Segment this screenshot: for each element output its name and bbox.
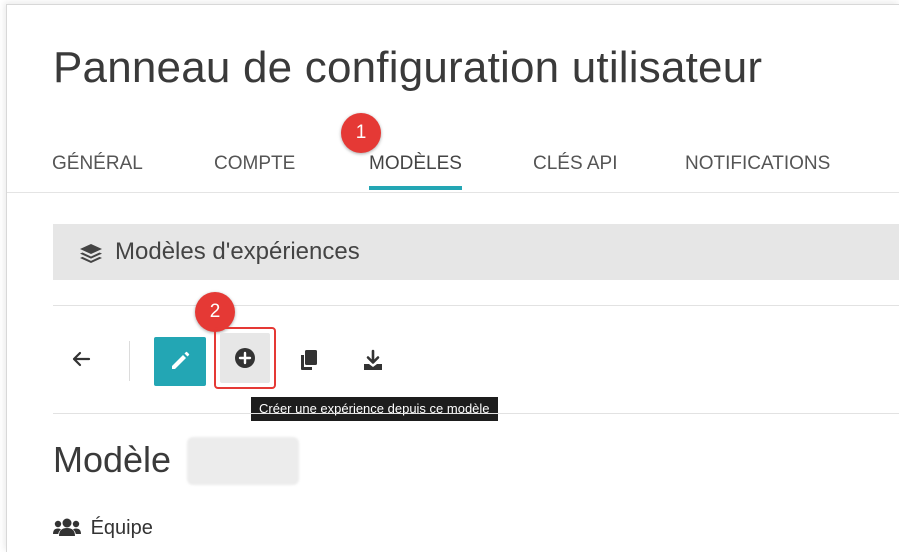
download-button[interactable]: [362, 349, 384, 371]
section-title: Modèles d'expériences: [115, 238, 360, 265]
duplicate-button[interactable]: [299, 349, 319, 370]
copy-icon: [301, 350, 317, 370]
page-title: Panneau de configuration utilisateur: [53, 43, 763, 92]
step-marker-2: 2: [195, 292, 235, 332]
divider-top: [53, 305, 899, 306]
pencil-icon: [172, 351, 190, 369]
arrow-left-icon: [72, 351, 91, 367]
tab-notifications[interactable]: NOTIFICATIONS: [685, 153, 830, 175]
download-icon: [364, 349, 382, 370]
section-header: Modèles d'expériences: [53, 224, 899, 280]
tab-api-keys[interactable]: CLÉS API: [533, 153, 618, 175]
layers-icon: [80, 244, 102, 263]
redacted-model-name: [187, 437, 299, 485]
tooltip: Créer une expérience depuis ce modèle: [251, 397, 498, 421]
team-section: Équipe: [53, 517, 153, 540]
edit-button[interactable]: [154, 337, 206, 386]
plus-circle-icon: [235, 348, 255, 368]
toolbar-separator: [129, 341, 130, 381]
tab-general[interactable]: GÉNÉRAL: [52, 153, 143, 175]
tab-account[interactable]: COMPTE: [214, 153, 295, 175]
back-button[interactable]: [69, 347, 93, 371]
users-icon: [53, 518, 81, 536]
settings-panel: Panneau de configuration utilisateur GÉN…: [6, 4, 899, 552]
model-heading: Modèle: [53, 439, 172, 480]
create-from-template-button[interactable]: [214, 327, 276, 389]
divider-bottom: [53, 413, 899, 414]
team-label: Équipe: [90, 517, 153, 539]
tab-bar: GÉNÉRAL COMPTE MODÈLES CLÉS API NOTIFICA…: [7, 150, 899, 193]
step-marker-1: 1: [341, 113, 381, 153]
create-button-bg: [220, 333, 270, 383]
tab-templates[interactable]: MODÈLES: [369, 153, 462, 190]
